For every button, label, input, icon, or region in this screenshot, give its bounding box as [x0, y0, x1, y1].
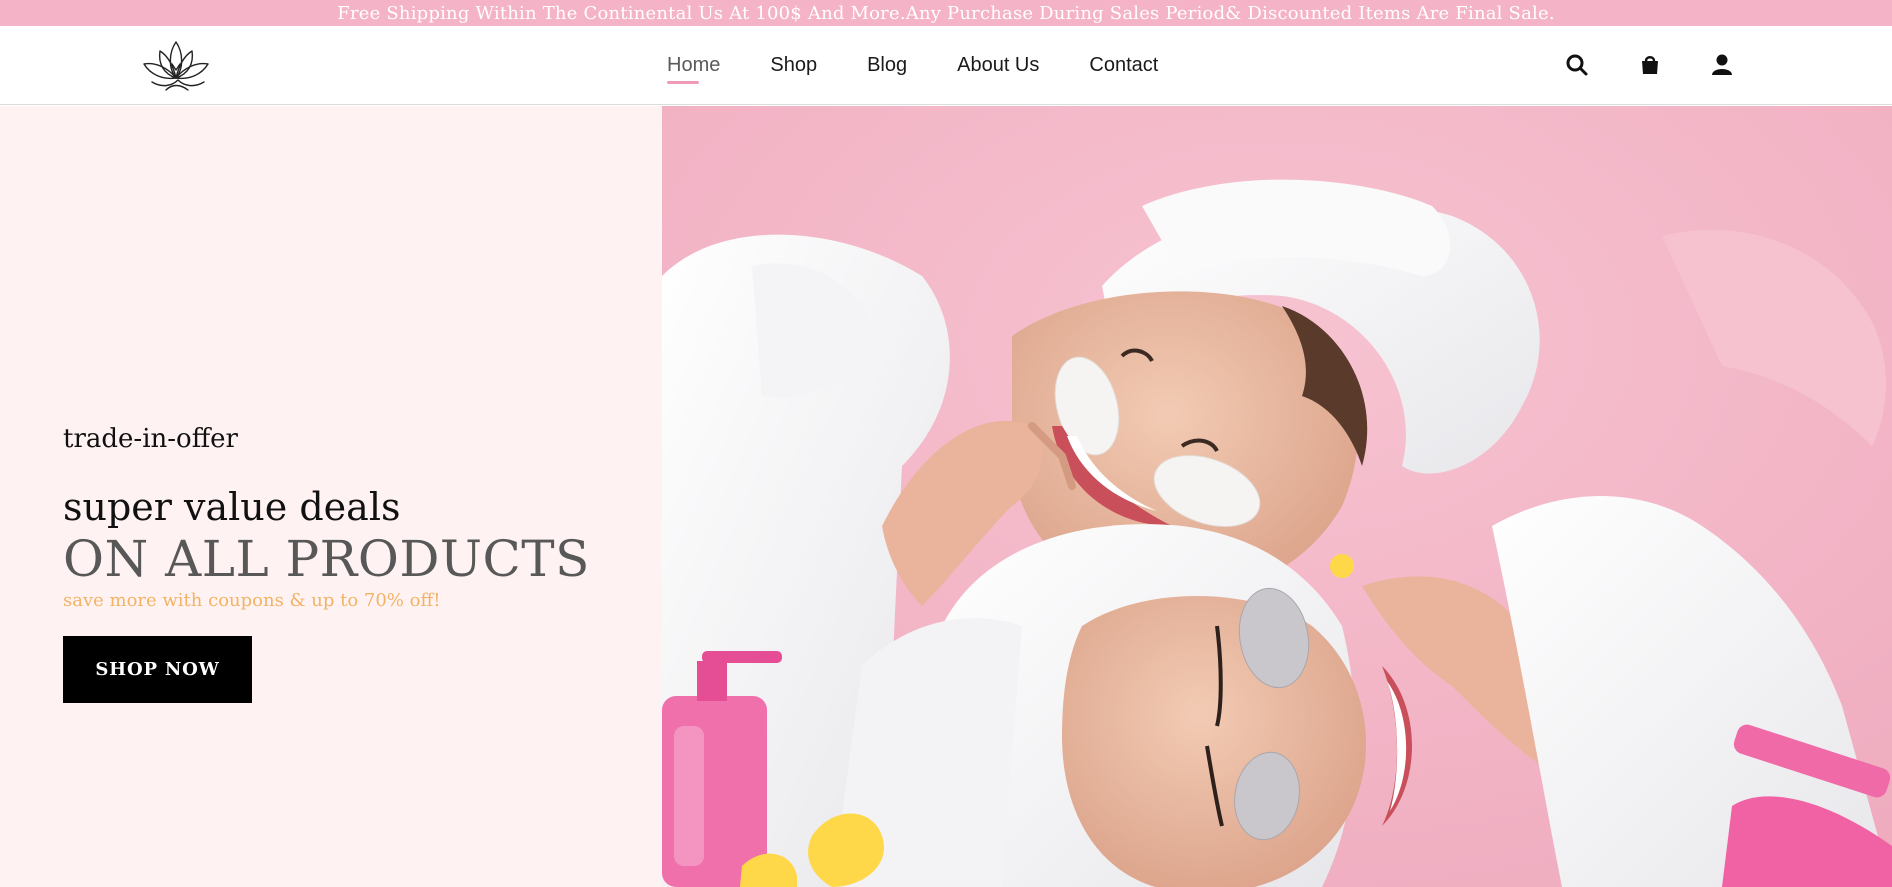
shopping-bag-icon[interactable] [1637, 52, 1663, 78]
site-header: Home Shop Blog About Us Contact [0, 26, 1892, 105]
hero-kicker: trade-in-offer [63, 424, 238, 454]
nav-contact[interactable]: Contact [1089, 52, 1158, 78]
hero-subtext: save more with coupons & up to 70% off! [63, 590, 441, 611]
nav-shop[interactable]: Shop [770, 52, 817, 78]
main-nav: Home Shop Blog About Us Contact [667, 52, 1208, 84]
user-icon[interactable] [1709, 52, 1735, 78]
nav-home[interactable]: Home [667, 52, 720, 84]
announcement-bar: Free Shipping Within The Continental Us … [0, 0, 1892, 26]
nav-about-us[interactable]: About Us [957, 52, 1039, 78]
hero-text-panel: trade-in-offer super value deals ON ALL … [0, 106, 662, 887]
shop-now-button[interactable]: SHOP NOW [63, 636, 252, 703]
search-icon[interactable] [1564, 52, 1590, 78]
hero-headline-large: ON ALL PRODUCTS [63, 530, 590, 588]
nav-blog[interactable]: Blog [867, 52, 907, 78]
hero-image [662, 106, 1892, 887]
spa-women-photo [662, 106, 1892, 887]
announcement-text: Free Shipping Within The Continental Us … [337, 2, 1555, 24]
lotus-logo[interactable] [138, 34, 214, 94]
hero-headline: super value deals [63, 485, 401, 529]
